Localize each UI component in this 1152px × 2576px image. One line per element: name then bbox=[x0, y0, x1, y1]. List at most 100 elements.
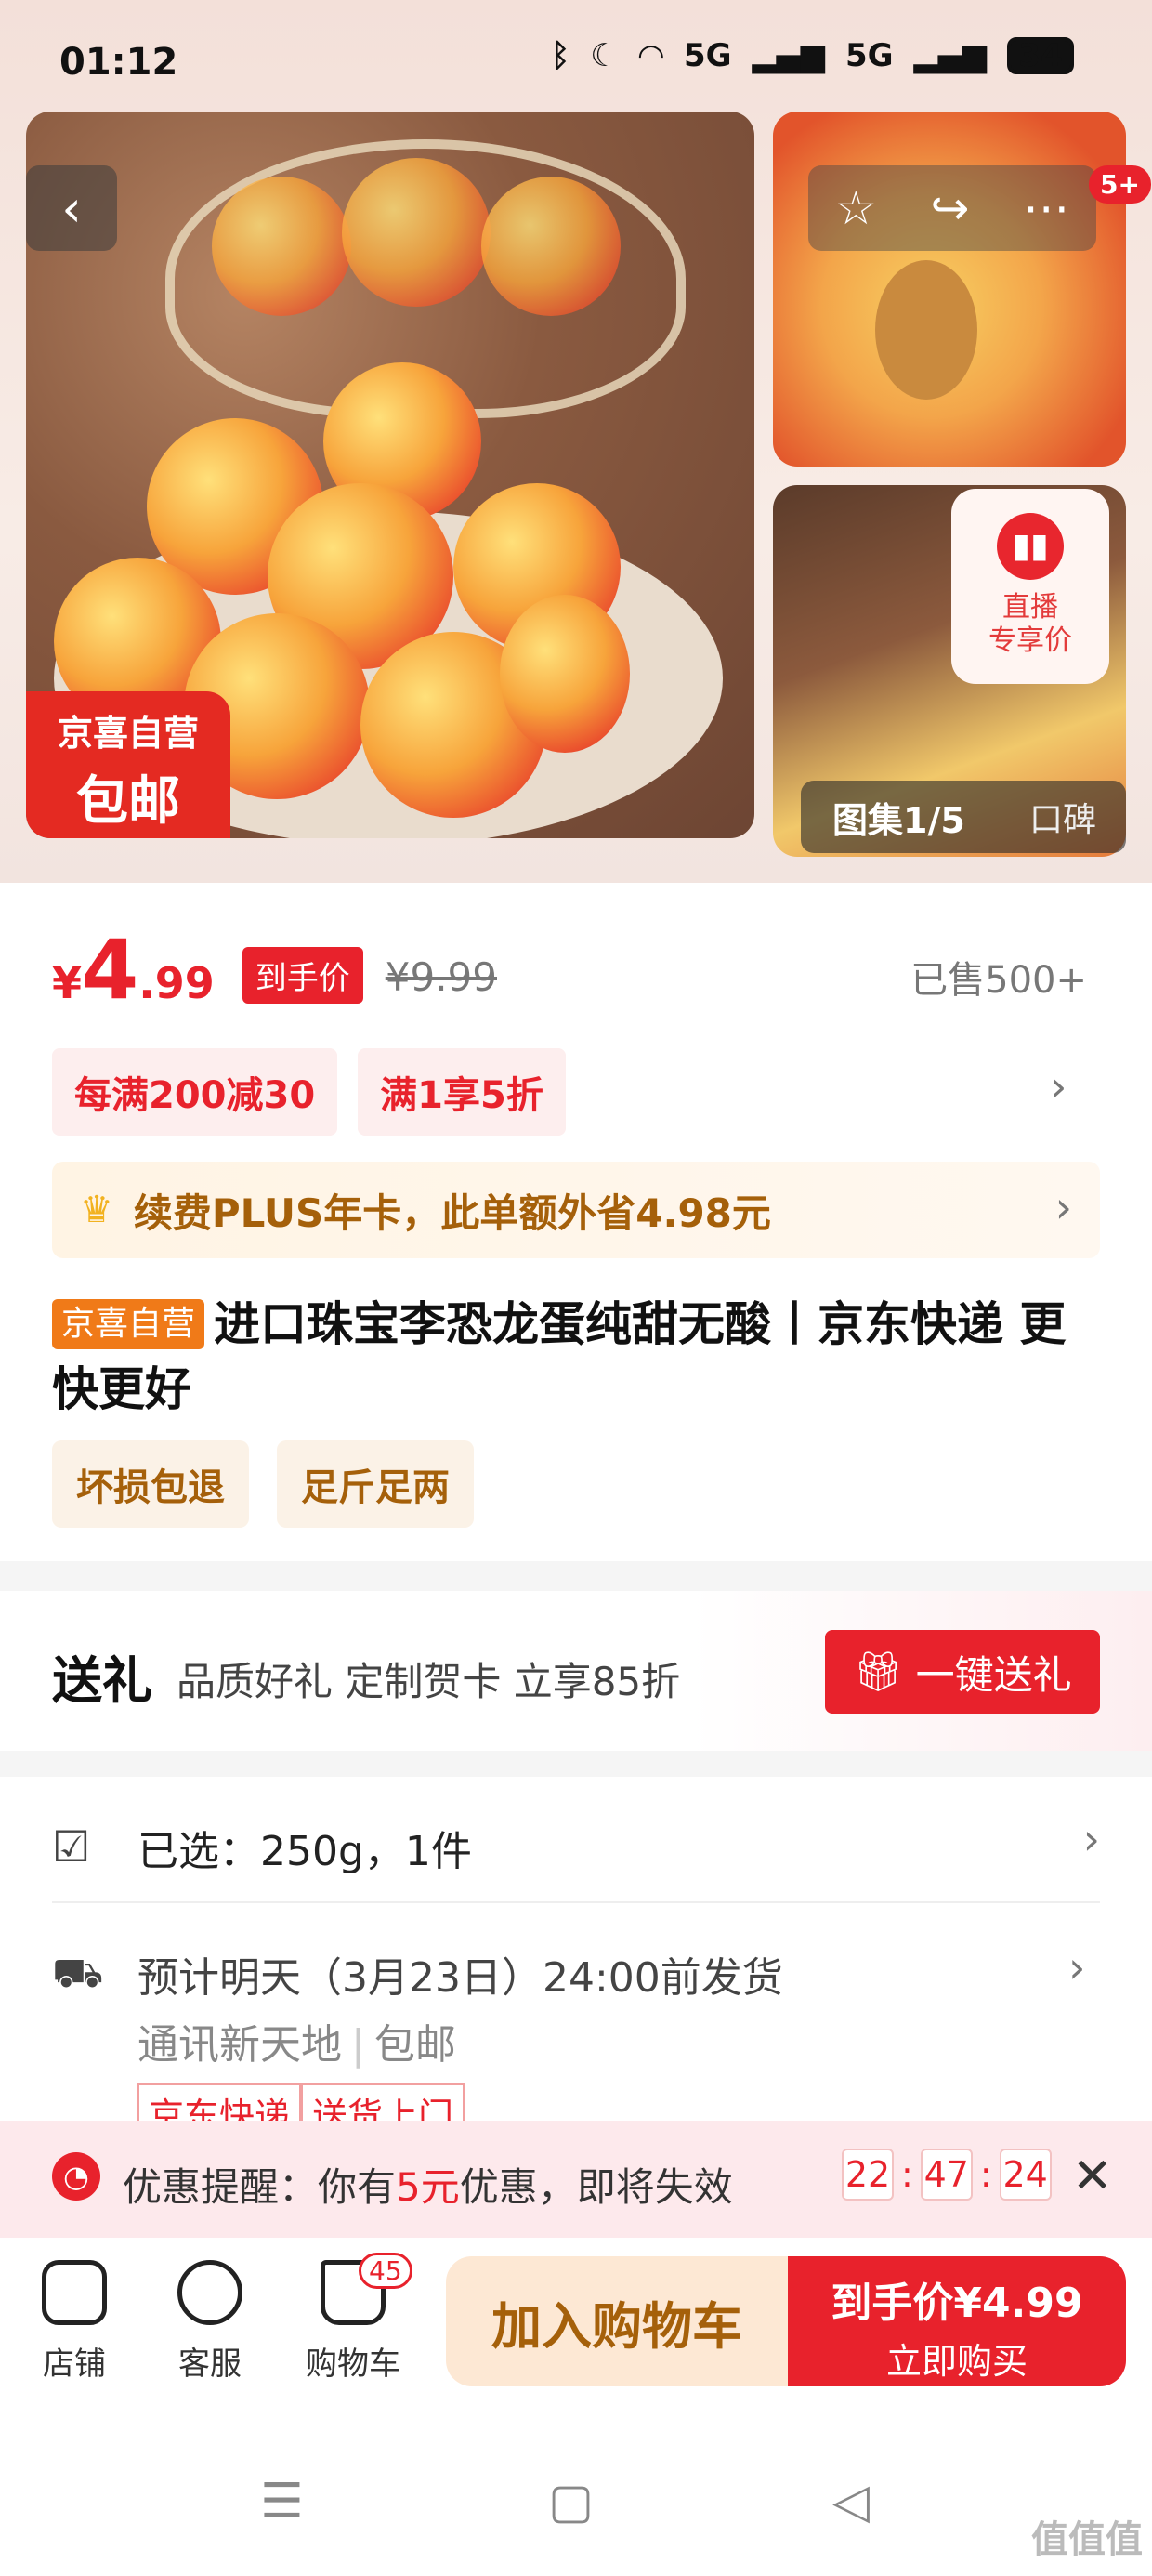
fruit-graphic bbox=[342, 158, 491, 307]
wifi-icon: ◠ bbox=[638, 37, 663, 74]
price-row: ¥ 4 .99 到手价 ¥9.99 bbox=[52, 929, 497, 1013]
shipping-estimate[interactable]: 预计明天（3月23日）24:00前发货 bbox=[137, 1944, 783, 2004]
promo-row[interactable]: 每满200减30 满1享5折 bbox=[52, 1048, 566, 1136]
fruit-graphic bbox=[212, 177, 351, 316]
top-actions: ☆ ↪ ⋯ bbox=[808, 165, 1096, 251]
live-line-2: 专享价 bbox=[988, 624, 1072, 657]
chevron-right-icon: › bbox=[1054, 1182, 1072, 1232]
status-bar: 01:12 ᛒ ☾ ◠ 5G ▂▄▆ 5G ▂▄▆ 34 bbox=[0, 0, 1152, 112]
buy-label: 立即购买 bbox=[885, 2341, 1028, 2382]
customer-service-button[interactable]: 客服 bbox=[154, 2260, 266, 2384]
service-tag[interactable]: 坏损包退 bbox=[52, 1440, 249, 1528]
gift-description: 品质好礼 定制贺卡 立享85折 bbox=[177, 1659, 681, 1704]
service-tags: 坏损包退 足斤足两 bbox=[52, 1440, 474, 1528]
selection-section: ☑ 已选：250g，1件 › ⛟ 预计明天（3月23日）24:00前发货 › 通… bbox=[0, 1777, 1152, 2142]
cart-count-badge: 45 bbox=[359, 2253, 412, 2289]
buy-price: 到手价¥4.99 bbox=[831, 2280, 1083, 2327]
reviews-tab[interactable]: 口碑 bbox=[996, 793, 1096, 841]
back-button[interactable]: ‹ bbox=[26, 165, 117, 251]
notification-badge: 5+ bbox=[1089, 165, 1151, 204]
more-icon[interactable]: ⋯ bbox=[1023, 181, 1069, 235]
self-operated-badge: 京喜自营 包邮 bbox=[26, 691, 230, 838]
chevron-right-icon: › bbox=[1082, 1814, 1100, 1864]
gift-section: 送礼 品质好礼 定制贺卡 立享85折 🎁︎ 一键送礼 bbox=[0, 1591, 1152, 1751]
origin-text: 通讯新天地 bbox=[137, 2021, 342, 2069]
add-to-cart-button[interactable]: 加入购物车 bbox=[446, 2256, 788, 2386]
timer-seconds: 24 bbox=[999, 2149, 1052, 2201]
gallery-counter[interactable]: 图集1/5 口碑 bbox=[801, 781, 1126, 853]
smile-icon bbox=[177, 2260, 242, 2325]
share-icon[interactable]: ↪ bbox=[930, 181, 969, 235]
fruit-graphic bbox=[500, 595, 630, 753]
plus-promo-bar[interactable]: ♛ 续费PLUS年卡，此单额外省4.98元 › bbox=[52, 1162, 1100, 1258]
gallery-counter-text[interactable]: 图集1/5 bbox=[801, 792, 996, 843]
plus-promo-text: 续费PLUS年卡，此单额外省4.98元 bbox=[133, 1189, 771, 1236]
gift-icon: 🎁︎ bbox=[853, 1649, 903, 1694]
price-symbol: ¥ bbox=[52, 958, 83, 1008]
alert-text: 优惠提醒：你有5元优惠，即将失效 bbox=[123, 2156, 733, 2213]
chevron-right-icon[interactable]: › bbox=[1050, 1061, 1067, 1111]
discount-alert[interactable]: ◔ 优惠提醒：你有5元优惠，即将失效 22 : 47 : 24 ✕ bbox=[0, 2121, 1152, 2238]
main-product-photo[interactable]: 京喜自营 包邮 bbox=[26, 112, 754, 838]
sold-count: 已售500+ bbox=[910, 959, 1087, 1002]
product-gallery: 01:12 ᛒ ☾ ◠ 5G ▂▄▆ 5G ▂▄▆ 34 京喜自营 包邮 ‹ ☆… bbox=[0, 0, 1152, 883]
timer-minutes: 47 bbox=[920, 2149, 973, 2201]
original-price: ¥9.99 bbox=[385, 954, 497, 1000]
title-tag: 京喜自营 bbox=[52, 1299, 205, 1349]
spec-selector[interactable]: ☑ 已选：250g，1件 › bbox=[52, 1814, 1100, 1903]
signal-label-1: 5G bbox=[683, 37, 732, 74]
close-icon[interactable]: ✕ bbox=[1072, 2149, 1113, 2204]
back-icon[interactable]: ◁ bbox=[832, 2474, 870, 2530]
clock-icon: ◔ bbox=[52, 2152, 100, 2201]
signal-icon: ▂▄▆ bbox=[752, 37, 825, 74]
service-tag[interactable]: 足斤足两 bbox=[277, 1440, 474, 1528]
price-decimal: .99 bbox=[138, 958, 215, 1008]
buy-now-button[interactable]: 到手价¥4.99 立即购买 bbox=[788, 2256, 1126, 2386]
bluetooth-icon: ᛒ bbox=[550, 37, 570, 74]
battery-icon: 34 bbox=[1007, 37, 1074, 74]
promo-tag[interactable]: 满1享5折 bbox=[358, 1048, 566, 1136]
signal-label-2: 5G bbox=[844, 37, 894, 74]
truck-icon: ⛟ bbox=[52, 1950, 104, 1997]
live-price-card[interactable]: ▮▮ 直播 专享价 bbox=[951, 489, 1109, 684]
badge-line-1: 京喜自营 bbox=[57, 713, 199, 754]
pit-graphic bbox=[875, 260, 977, 400]
promo-tag[interactable]: 每满200减30 bbox=[52, 1048, 338, 1136]
checklist-icon: ☑ bbox=[52, 1821, 91, 1872]
live-line-1: 直播 bbox=[1002, 591, 1058, 624]
bottom-action-bar: 店铺 客服 45 购物车 加入购物车 到手价¥4.99 立即购买 bbox=[0, 2238, 1152, 2414]
system-nav-bar: ☰ ▢ ◁ 值值值 bbox=[0, 2414, 1152, 2576]
moon-icon: ☾ bbox=[590, 37, 619, 74]
status-time: 01:12 bbox=[59, 41, 178, 84]
product-title: 京喜自营 进口珠宝李恐龙蛋纯甜无酸丨京东快递 更快更好 bbox=[52, 1292, 1100, 1422]
chevron-left-icon: ‹ bbox=[61, 178, 82, 238]
live-chart-icon: ▮▮ bbox=[997, 513, 1064, 580]
home-icon[interactable]: ▢ bbox=[548, 2474, 594, 2530]
shipping-origin: 通讯新天地 | 包邮 bbox=[137, 2021, 456, 2069]
timer-hours: 22 bbox=[842, 2149, 894, 2201]
send-gift-button[interactable]: 🎁︎ 一键送礼 bbox=[825, 1630, 1100, 1714]
countdown-timer: 22 : 47 : 24 bbox=[842, 2149, 1052, 2201]
store-icon bbox=[42, 2260, 107, 2325]
badge-line-2: 包邮 bbox=[76, 771, 180, 832]
shop-button[interactable]: 店铺 bbox=[19, 2260, 130, 2384]
alert-prefix: 优惠提醒：你有 bbox=[123, 2164, 397, 2210]
final-price-tag: 到手价 bbox=[242, 947, 363, 1004]
alert-suffix: 优惠，即将失效 bbox=[459, 2164, 733, 2210]
crown-icon: ♛ bbox=[80, 1189, 113, 1231]
product-info-card: ¥ 4 .99 到手价 ¥9.99 已售500+ 每满200减30 满1享5折 … bbox=[0, 883, 1152, 1561]
service-label: 客服 bbox=[178, 2346, 242, 2383]
cart-button[interactable]: 45 购物车 bbox=[297, 2253, 412, 2384]
signal-icon: ▂▄▆ bbox=[913, 37, 987, 74]
star-icon[interactable]: ☆ bbox=[835, 181, 877, 235]
menu-icon[interactable]: ☰ bbox=[260, 2474, 304, 2530]
chevron-right-icon[interactable]: › bbox=[1068, 1942, 1085, 1992]
alert-amount: 5元 bbox=[396, 2164, 460, 2210]
price-integer: 4 bbox=[82, 922, 139, 1018]
gift-title: 送礼 bbox=[52, 1651, 152, 1710]
send-gift-label: 一键送礼 bbox=[915, 1651, 1072, 1698]
status-icons: ᛒ ☾ ◠ 5G ▂▄▆ 5G ▂▄▆ 34 bbox=[551, 37, 1074, 74]
free-shipping-text: 包邮 bbox=[373, 2021, 456, 2069]
fruit-graphic bbox=[481, 177, 621, 316]
cart-label: 购物车 bbox=[306, 2346, 400, 2383]
